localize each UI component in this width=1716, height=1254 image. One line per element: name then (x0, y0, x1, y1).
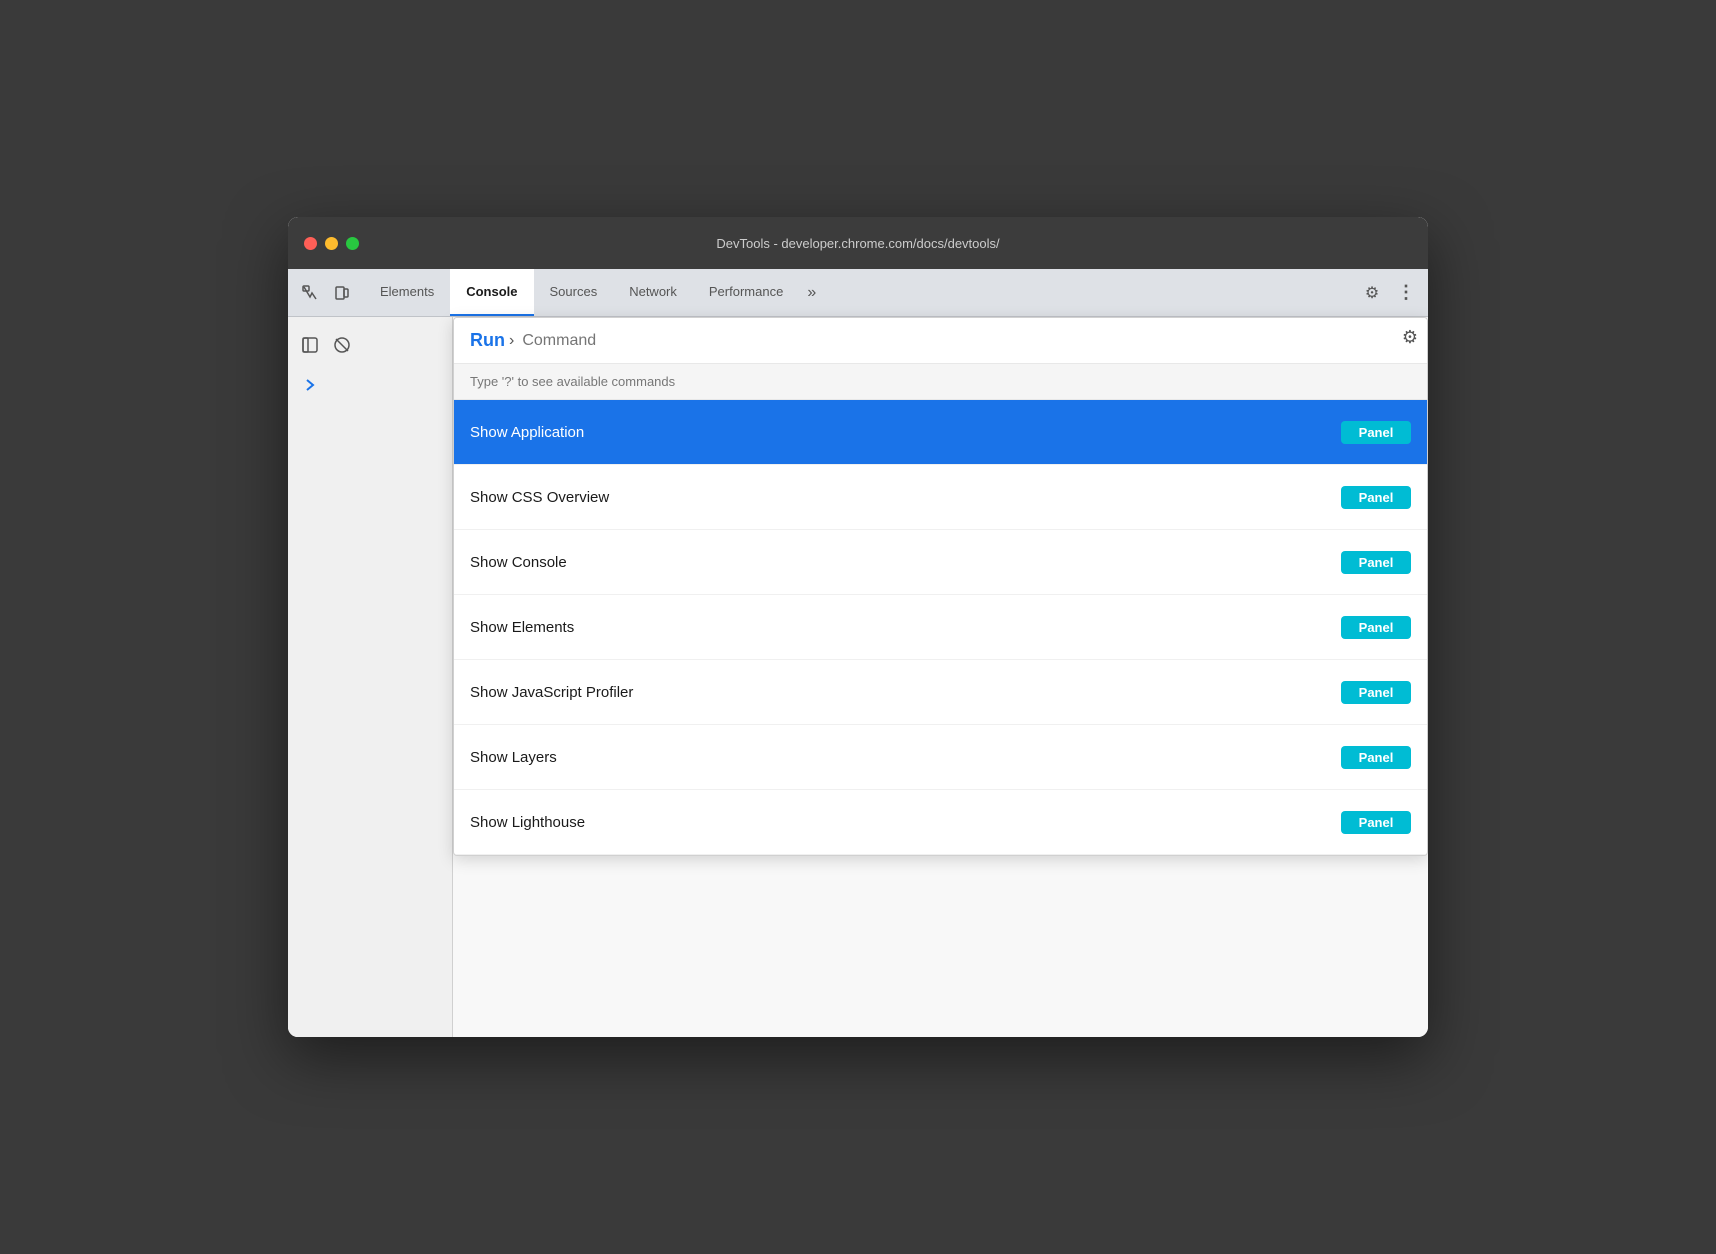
tab-console[interactable]: Console (450, 269, 533, 316)
command-input[interactable] (522, 332, 1411, 350)
panel-badge: Panel (1341, 486, 1411, 509)
command-name: Show CSS Overview (470, 489, 609, 506)
command-name: Show Lighthouse (470, 814, 585, 831)
command-list: Show Application Panel Show CSS Overview… (454, 400, 1427, 855)
content-gear-button[interactable]: ⚙ (1392, 317, 1428, 358)
command-item-show-console[interactable]: Show Console Panel (454, 530, 1427, 595)
tab-bar-right: ⚙ ⋮ (1358, 279, 1420, 307)
command-item-show-elements[interactable]: Show Elements Panel (454, 595, 1427, 660)
tab-network[interactable]: Network (613, 269, 693, 316)
command-name: Show Layers (470, 749, 557, 766)
panel-badge: Panel (1341, 811, 1411, 834)
toolbar-icons (296, 279, 356, 307)
command-item-show-layers[interactable]: Show Layers Panel (454, 725, 1427, 790)
inspect-icon[interactable] (296, 279, 324, 307)
command-name: Show Elements (470, 619, 574, 636)
traffic-lights (304, 237, 359, 250)
command-item-show-lighthouse[interactable]: Show Lighthouse Panel (454, 790, 1427, 855)
command-name: Show JavaScript Profiler (470, 684, 633, 701)
sidebar-block-icon[interactable] (328, 331, 356, 359)
tabs: Elements Console Sources Network Perform… (364, 269, 824, 316)
command-panel: Run › Type '?' to see available commands… (453, 317, 1428, 856)
command-item-show-application[interactable]: Show Application Panel (454, 400, 1427, 465)
command-overlay: Run › Type '?' to see available commands… (453, 317, 1428, 1037)
tab-performance[interactable]: Performance (693, 269, 799, 316)
content-area: Run › Type '?' to see available commands… (288, 317, 1428, 1037)
run-label: Run (470, 330, 505, 351)
sidebar (288, 317, 453, 1037)
tab-bar: Elements Console Sources Network Perform… (288, 269, 1428, 317)
window-title: DevTools - developer.chrome.com/docs/dev… (716, 236, 999, 251)
tab-sources[interactable]: Sources (534, 269, 614, 316)
panel-badge: Panel (1341, 551, 1411, 574)
hint-text: Type '?' to see available commands (454, 364, 1427, 400)
panel-badge: Panel (1341, 681, 1411, 704)
panel-badge: Panel (1341, 421, 1411, 444)
command-item-show-js-profiler[interactable]: Show JavaScript Profiler Panel (454, 660, 1427, 725)
minimize-button[interactable] (325, 237, 338, 250)
maximize-button[interactable] (346, 237, 359, 250)
command-item-show-css-overview[interactable]: Show CSS Overview Panel (454, 465, 1427, 530)
chevron-icon: › (509, 332, 514, 350)
title-bar: DevTools - developer.chrome.com/docs/dev… (288, 217, 1428, 269)
settings-button[interactable]: ⚙ (1358, 279, 1386, 307)
command-name: Show Application (470, 424, 584, 441)
device-icon[interactable] (328, 279, 356, 307)
command-input-row[interactable]: Run › (454, 318, 1427, 364)
command-name: Show Console (470, 554, 567, 571)
sidebar-chevron[interactable] (296, 371, 324, 399)
devtools-window: DevTools - developer.chrome.com/docs/dev… (288, 217, 1428, 1037)
more-tabs-button[interactable]: » (799, 269, 824, 316)
sidebar-panel-icon[interactable] (296, 331, 324, 359)
close-button[interactable] (304, 237, 317, 250)
tab-elements[interactable]: Elements (364, 269, 450, 316)
panel-badge: Panel (1341, 616, 1411, 639)
more-options-button[interactable]: ⋮ (1392, 279, 1420, 307)
panel-badge: Panel (1341, 746, 1411, 769)
content-gear-icon: ⚙ (1402, 327, 1418, 347)
